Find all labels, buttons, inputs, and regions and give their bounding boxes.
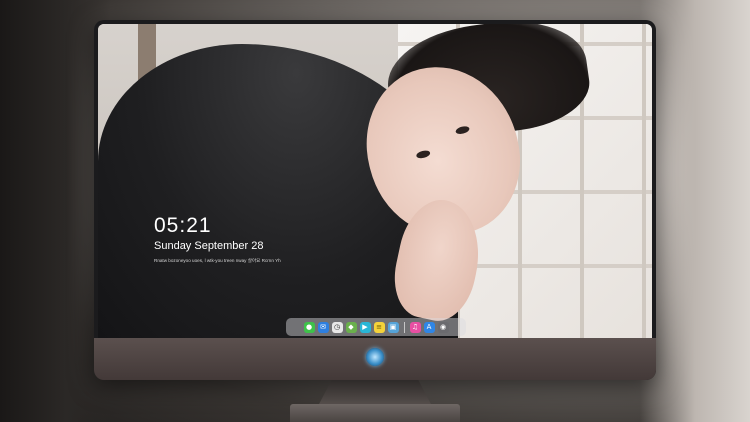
monitor-stand-base xyxy=(290,404,460,422)
wallpaper-eye xyxy=(454,125,471,136)
photos-icon[interactable]: ◆ xyxy=(345,321,357,333)
notes-icon[interactable]: ≡ xyxy=(373,321,385,333)
app-store-icon[interactable]: A xyxy=(423,321,435,333)
music-icon[interactable]: ♫ xyxy=(409,321,421,333)
wallpaper-eye xyxy=(415,149,431,160)
monitor-chin xyxy=(94,338,656,380)
preview-icon[interactable]: ▣ xyxy=(387,321,399,333)
lockscreen-date: Sunday September 28 xyxy=(154,240,264,252)
monitor: 05:21 Sunday September 28 Rnatw bozoneyo… xyxy=(94,20,656,380)
dock-separator xyxy=(403,321,405,333)
messages-icon[interactable]: ● xyxy=(303,321,315,333)
dock: ● ✉ ◷ ◆ ▶ ≡ ▣ ♫ A ◉ xyxy=(286,318,466,336)
clock-icon[interactable]: ◷ xyxy=(331,321,343,333)
video-icon[interactable]: ▶ xyxy=(359,321,371,333)
lockscreen-note: Rnatw bozoneyoo uoes, l wtk-you treen nw… xyxy=(154,258,281,263)
monitor-stand-neck xyxy=(318,380,432,406)
screen[interactable]: 05:21 Sunday September 28 Rnatw bozoneyo… xyxy=(98,24,652,338)
camera-icon[interactable]: ◉ xyxy=(437,321,449,333)
mail-icon[interactable]: ✉ xyxy=(317,321,329,333)
lockscreen-time: 05:21 xyxy=(154,214,212,237)
background-blur-right xyxy=(640,0,750,422)
brand-logo-icon xyxy=(366,348,384,366)
